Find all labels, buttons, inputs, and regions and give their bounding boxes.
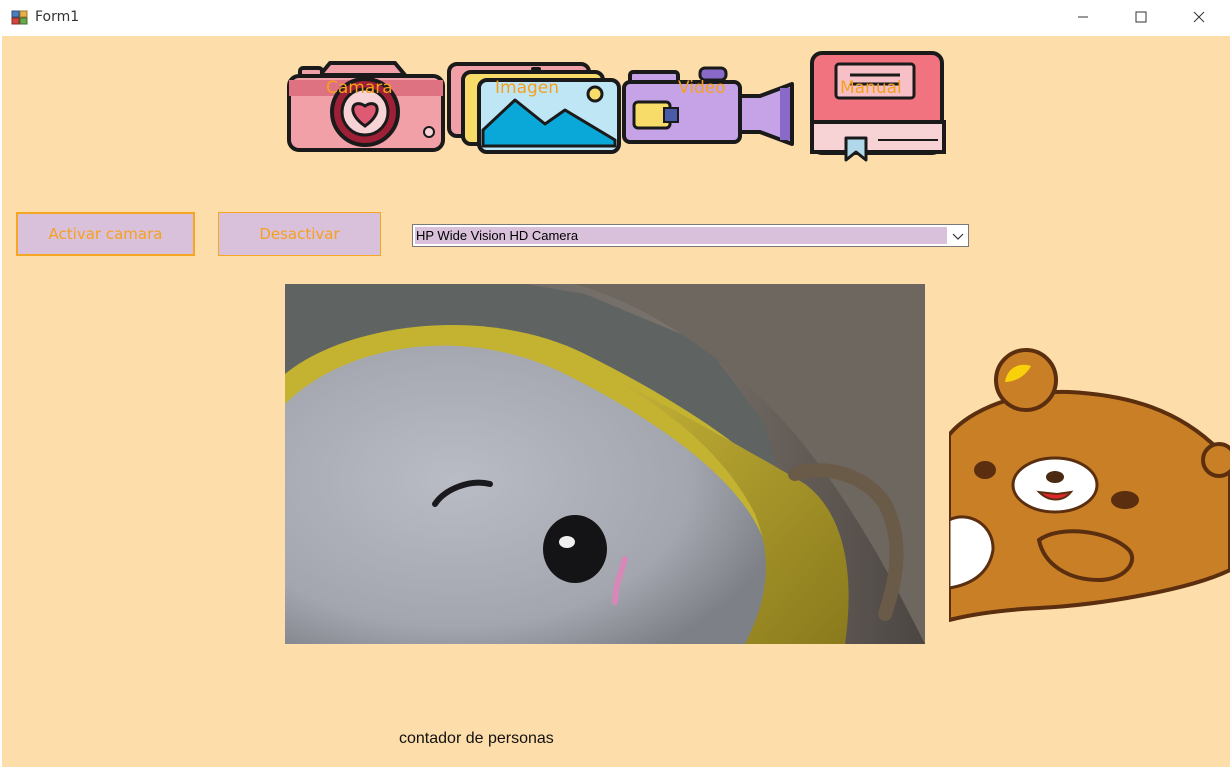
camara-button[interactable]: Camara [285,60,447,155]
book-icon [810,51,946,162]
image-icon [447,62,621,154]
camera-select[interactable]: HP Wide Vision HD Camera [412,224,969,247]
app-icon [11,9,28,26]
camera-frame-image [285,284,925,644]
camera-icon [287,61,445,152]
camera-select-value: HP Wide Vision HD Camera [415,227,947,244]
window-border [0,36,2,767]
camera-feed [285,284,925,644]
camara-label: Camara [326,78,393,98]
chevron-down-icon[interactable] [952,230,964,242]
manual-label: Manual [840,78,902,98]
window-title: Form1 [35,9,80,25]
activar-camara-button[interactable]: Activar camara [16,212,195,256]
video-label: Video [678,78,726,98]
minimize-button[interactable] [1054,0,1112,34]
video-button[interactable]: Video [620,66,796,148]
minimize-icon [1078,16,1088,18]
close-button[interactable] [1170,0,1228,34]
manual-button[interactable]: Manual [808,50,948,162]
maximize-icon [1135,11,1147,23]
title-bar[interactable]: Form1 [0,0,1230,37]
maximize-button[interactable] [1112,0,1170,34]
person-counter-label: contador de personas [399,730,554,747]
desactivar-button[interactable]: Desactivar [218,212,381,256]
bear-illustration [949,348,1230,623]
close-icon [1193,11,1205,23]
imagen-label: Imagen [495,78,560,98]
imagen-button[interactable]: Imagen [445,60,623,155]
